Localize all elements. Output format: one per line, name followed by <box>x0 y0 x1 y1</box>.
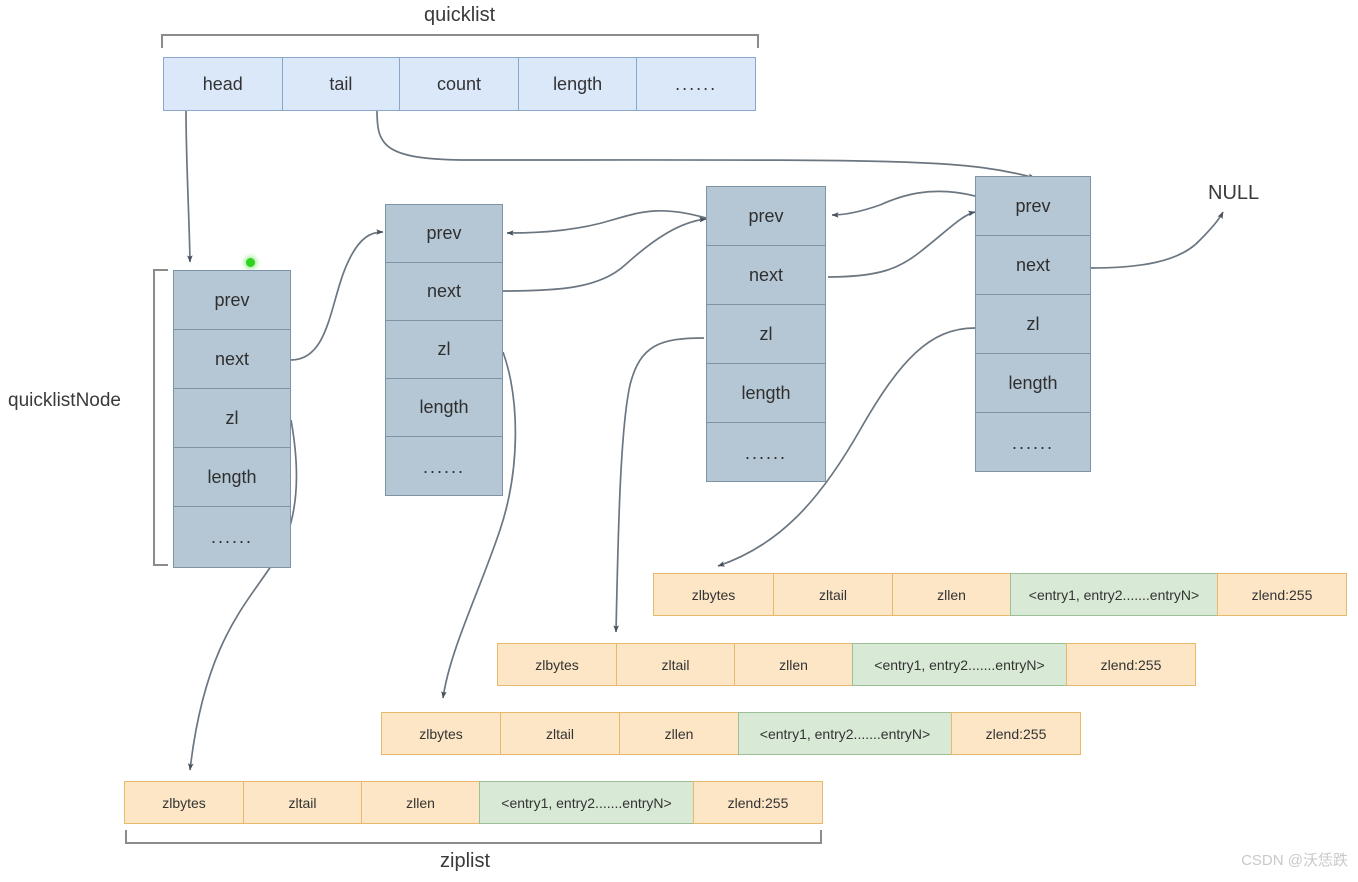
quicklist-title: quicklist <box>424 4 496 26</box>
node-1-field-zl[interactable]: zl <box>174 389 290 448</box>
node-2-field-next[interactable]: next <box>386 263 502 321</box>
quicklist-field-head[interactable]: head <box>164 58 283 110</box>
ziplist-1-cell-entries[interactable]: <entry1, entry2.......entryN> <box>1010 573 1217 616</box>
ziplist-4: zlbytes zltail zllen <entry1, entry2....… <box>124 781 823 824</box>
ziplist-4-cell-zlend[interactable]: zlend:255 <box>693 781 823 824</box>
quicklistnode-label: quicklistNode <box>8 390 121 411</box>
diagram-canvas: quicklist head tail count length ...... … <box>0 0 1358 882</box>
quicklist-struct: head tail count length ...... <box>163 57 756 111</box>
node-3-field-next[interactable]: next <box>707 246 825 305</box>
ziplist-1: zlbytes zltail zllen <entry1, entry2....… <box>653 573 1347 616</box>
node-3-field-length[interactable]: length <box>707 364 825 423</box>
quicklist-node-3: prev next zl length ...... <box>706 186 826 482</box>
quicklist-field-more[interactable]: ...... <box>637 58 755 110</box>
quicklist-field-length[interactable]: length <box>518 58 638 110</box>
node-marker-dot <box>246 258 255 267</box>
node-4-field-next[interactable]: next <box>976 236 1090 295</box>
quicklist-field-tail[interactable]: tail <box>282 58 401 110</box>
node-1-field-next[interactable]: next <box>174 330 290 389</box>
ziplist-1-cell-zlbytes[interactable]: zlbytes <box>653 573 773 616</box>
ziplist-title: ziplist <box>440 850 491 872</box>
ziplist-2-cell-entries[interactable]: <entry1, entry2.......entryN> <box>852 643 1066 686</box>
ziplist-3-cell-zltail[interactable]: zltail <box>500 712 619 755</box>
ziplist-4-cell-zlbytes[interactable]: zlbytes <box>124 781 243 824</box>
quicklist-bracket <box>161 34 759 48</box>
quicklist-node-1: prev next zl length ...... <box>173 270 291 568</box>
ziplist-3-cell-zllen[interactable]: zllen <box>619 712 738 755</box>
ziplist-3-cell-zlend[interactable]: zlend:255 <box>951 712 1081 755</box>
ziplist-4-cell-entries[interactable]: <entry1, entry2.......entryN> <box>479 781 693 824</box>
node-2-field-length[interactable]: length <box>386 379 502 437</box>
node-4-field-zl[interactable]: zl <box>976 295 1090 354</box>
ziplist-4-cell-zltail[interactable]: zltail <box>243 781 361 824</box>
ziplist-bracket <box>125 830 822 844</box>
node-4-field-prev[interactable]: prev <box>976 177 1090 236</box>
watermark: CSDN @沃恁跌 <box>1241 852 1348 869</box>
quicklist-node-2: prev next zl length ...... <box>385 204 503 496</box>
quicklist-node-4: prev next zl length ...... <box>975 176 1091 472</box>
node-2-field-prev[interactable]: prev <box>386 205 502 263</box>
quicklistnode-bracket <box>153 269 168 566</box>
ziplist-2-cell-zlbytes[interactable]: zlbytes <box>497 643 616 686</box>
node-3-field-prev[interactable]: prev <box>707 187 825 246</box>
node-3-field-zl[interactable]: zl <box>707 305 825 364</box>
ziplist-2-cell-zltail[interactable]: zltail <box>616 643 734 686</box>
ziplist-1-cell-zllen[interactable]: zllen <box>892 573 1010 616</box>
ziplist-3-cell-zlbytes[interactable]: zlbytes <box>381 712 500 755</box>
ziplist-1-cell-zltail[interactable]: zltail <box>773 573 892 616</box>
ziplist-2-cell-zllen[interactable]: zllen <box>734 643 852 686</box>
ziplist-2-cell-zlend[interactable]: zlend:255 <box>1066 643 1196 686</box>
quicklist-field-count[interactable]: count <box>400 58 519 110</box>
ziplist-1-cell-zlend[interactable]: zlend:255 <box>1217 573 1347 616</box>
ziplist-4-cell-zllen[interactable]: zllen <box>361 781 479 824</box>
node-2-field-zl[interactable]: zl <box>386 321 502 379</box>
node-2-field-more[interactable]: ...... <box>386 437 502 497</box>
ziplist-3: zlbytes zltail zllen <entry1, entry2....… <box>381 712 1081 755</box>
node-4-field-more[interactable]: ...... <box>976 413 1090 473</box>
ziplist-2: zlbytes zltail zllen <entry1, entry2....… <box>497 643 1196 686</box>
node-1-field-prev[interactable]: prev <box>174 271 290 330</box>
node-1-field-more[interactable]: ...... <box>174 507 290 567</box>
node-3-field-more[interactable]: ...... <box>707 423 825 483</box>
node-4-field-length[interactable]: length <box>976 354 1090 413</box>
ziplist-3-cell-entries[interactable]: <entry1, entry2.......entryN> <box>738 712 951 755</box>
null-label: NULL <box>1208 182 1260 204</box>
node-1-field-length[interactable]: length <box>174 448 290 507</box>
